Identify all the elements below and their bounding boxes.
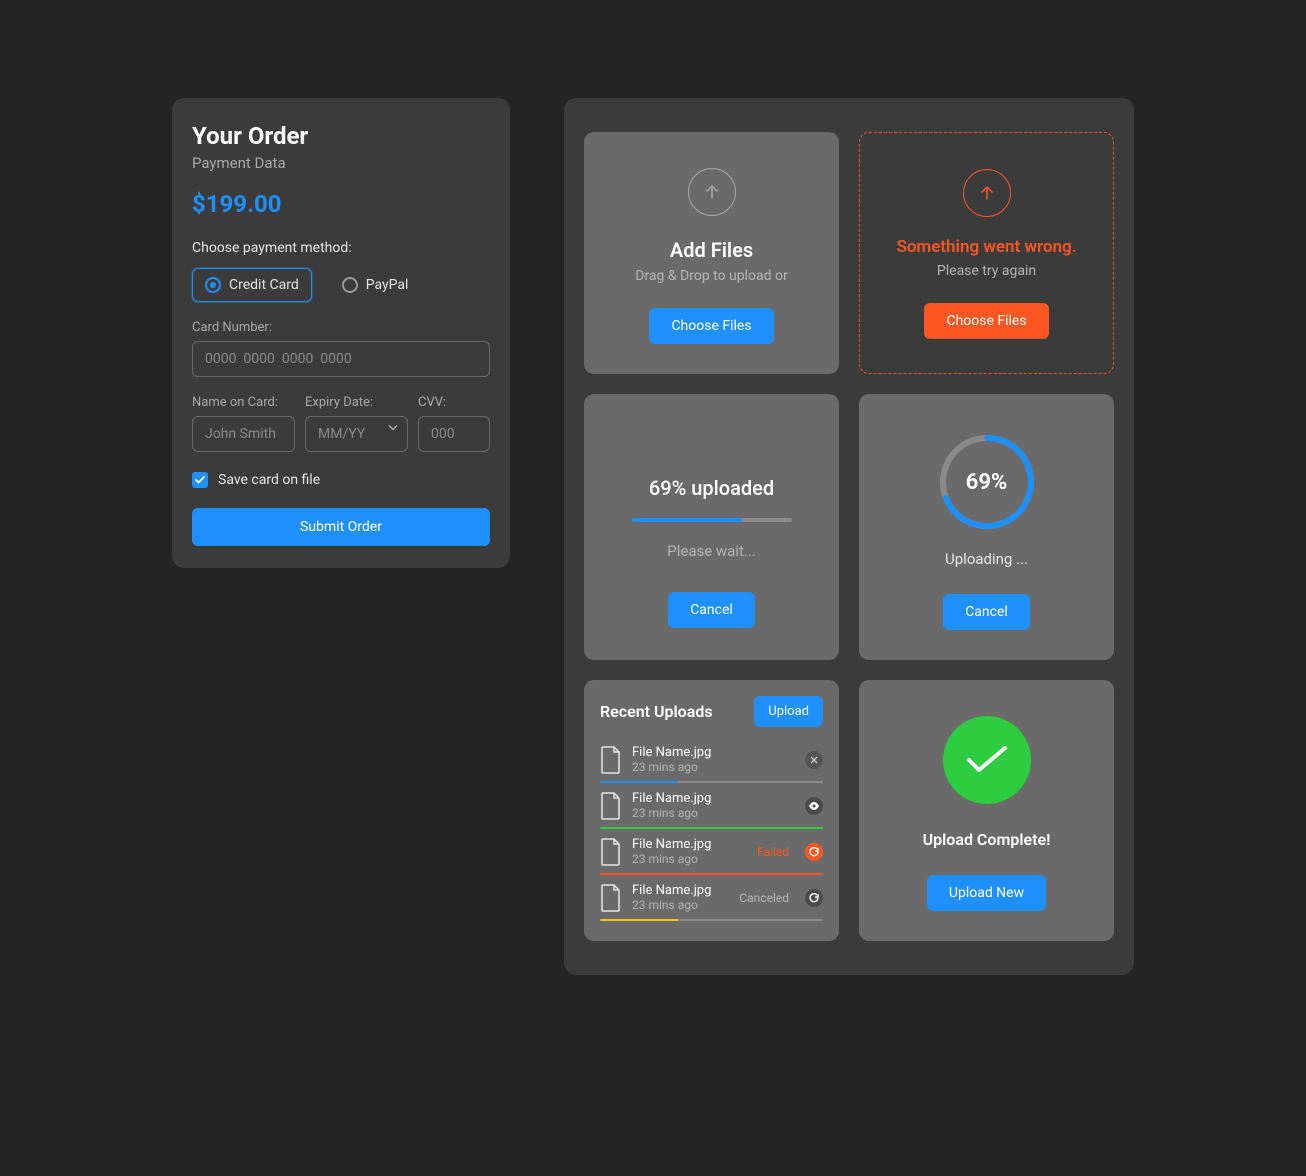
radio-icon: [205, 277, 221, 293]
upload-new-button[interactable]: Upload New: [927, 875, 1046, 911]
add-files-card[interactable]: Add Files Drag & Drop to upload or Choos…: [584, 132, 839, 374]
payment-option-label: PayPal: [366, 277, 409, 293]
expiry-input[interactable]: [305, 416, 408, 452]
upload-button[interactable]: Upload: [754, 696, 823, 727]
name-on-card-label: Name on Card:: [192, 395, 295, 410]
checkbox-icon: [192, 472, 208, 488]
payment-option-label: Credit Card: [229, 277, 299, 293]
error-subtitle: Please try again: [937, 263, 1036, 279]
progress-bar: [632, 518, 792, 522]
upload-arrow-icon: [688, 168, 736, 216]
progress-ring: 69%: [939, 434, 1035, 530]
file-time: 23 mins ago: [632, 852, 747, 866]
upload-arrow-icon: [963, 169, 1011, 217]
expiry-label: Expiry Date:: [305, 395, 408, 410]
cancel-button[interactable]: Cancel: [668, 592, 755, 628]
error-title: Something went wrong.: [896, 237, 1076, 257]
file-row: File Name.jpg23 mins ago: [600, 783, 823, 824]
file-icon: [600, 792, 622, 820]
upload-error-card: Something went wrong. Please try again C…: [859, 132, 1114, 374]
ring-percent: 69%: [939, 434, 1035, 530]
upload-panel: Add Files Drag & Drop to upload or Choos…: [564, 98, 1134, 975]
success-title: Upload Complete!: [923, 830, 1051, 849]
card-number-label: Card Number:: [192, 320, 490, 335]
progress-title: 69% uploaded: [649, 476, 774, 500]
file-row: File Name.jpg23 mins ago Canceled: [600, 875, 823, 916]
add-files-title: Add Files: [670, 238, 753, 262]
file-name: File Name.jpg: [632, 745, 795, 760]
progress-bar-fill: [632, 518, 742, 522]
retry-icon[interactable]: [805, 843, 823, 861]
file-row: File Name.jpg23 mins ago Failed: [600, 829, 823, 870]
file-icon: [600, 746, 622, 774]
choose-files-button[interactable]: Choose Files: [924, 303, 1048, 339]
retry-icon[interactable]: [805, 889, 823, 907]
submit-order-button[interactable]: Submit Order: [192, 508, 490, 546]
file-time: 23 mins ago: [632, 760, 795, 774]
order-card: Your Order Payment Data $199.00 Choose p…: [172, 98, 510, 568]
recent-uploads-title: Recent Uploads: [600, 702, 713, 721]
payment-methods: Credit Card PayPal: [192, 268, 490, 302]
file-progress-bar: [600, 919, 823, 921]
close-icon[interactable]: [805, 751, 823, 769]
cancel-button[interactable]: Cancel: [943, 594, 1030, 630]
upload-progress-card: 69% uploaded Please wait... Cancel: [584, 394, 839, 660]
radio-icon: [342, 277, 358, 293]
cvv-label: CVV:: [418, 395, 490, 410]
file-name: File Name.jpg: [632, 883, 729, 898]
file-status: Failed: [757, 845, 789, 859]
save-card-row[interactable]: Save card on file: [192, 472, 490, 488]
payment-option-paypal[interactable]: PayPal: [330, 268, 421, 302]
card-number-input[interactable]: [192, 341, 490, 377]
cvv-input[interactable]: [418, 416, 490, 452]
file-status: Canceled: [739, 891, 789, 905]
order-subtitle: Payment Data: [192, 154, 490, 172]
order-price: $199.00: [192, 190, 490, 218]
choose-files-button[interactable]: Choose Files: [649, 308, 773, 344]
order-title: Your Order: [192, 122, 490, 150]
upload-success-card: Upload Complete! Upload New: [859, 680, 1114, 941]
ring-label: Uploading ...: [945, 550, 1028, 568]
wait-text: Please wait...: [667, 542, 756, 560]
file-time: 23 mins ago: [632, 898, 729, 912]
check-circle-icon: [943, 716, 1031, 804]
file-name: File Name.jpg: [632, 791, 795, 806]
file-row: File Name.jpg23 mins ago: [600, 737, 823, 778]
file-icon: [600, 884, 622, 912]
name-on-card-input[interactable]: [192, 416, 295, 452]
upload-ring-card: 69% Uploading ... Cancel: [859, 394, 1114, 660]
file-time: 23 mins ago: [632, 806, 795, 820]
save-card-label: Save card on file: [218, 472, 320, 488]
choose-method-label: Choose payment method:: [192, 240, 490, 256]
add-files-subtitle: Drag & Drop to upload or: [635, 268, 787, 284]
file-name: File Name.jpg: [632, 837, 747, 852]
payment-option-credit-card[interactable]: Credit Card: [192, 268, 312, 302]
recent-uploads-card: Recent Uploads Upload File Name.jpg23 mi…: [584, 680, 839, 941]
file-icon: [600, 838, 622, 866]
eye-icon[interactable]: [805, 797, 823, 815]
